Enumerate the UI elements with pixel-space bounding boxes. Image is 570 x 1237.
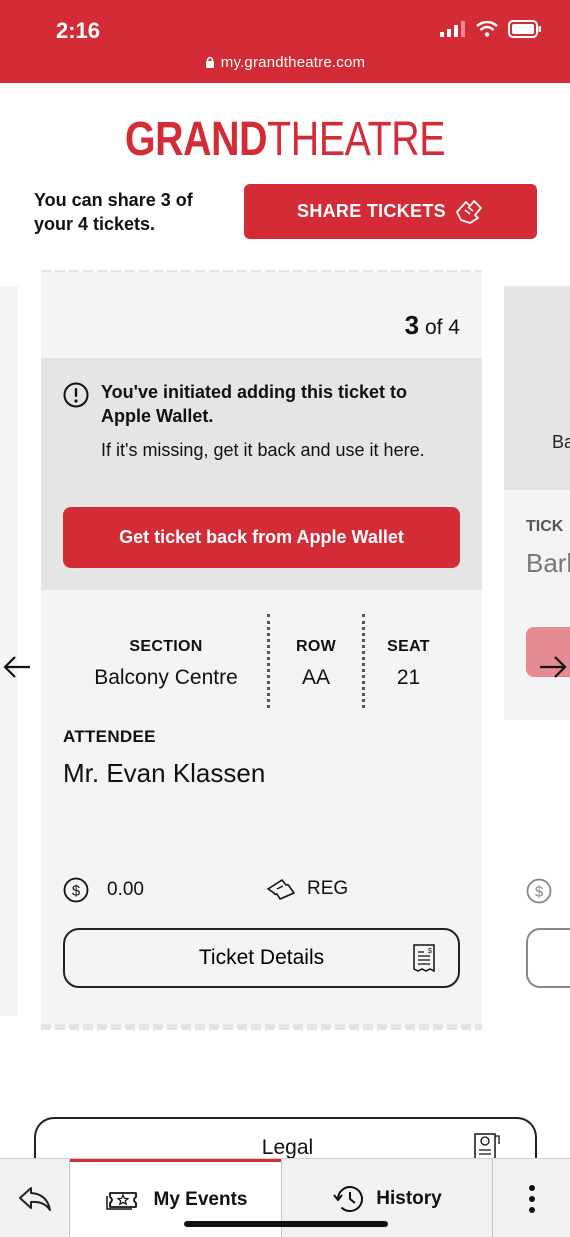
next-ticket-details-button xyxy=(526,928,570,988)
tickets-star-icon xyxy=(105,1192,137,1210)
svg-text:$: $ xyxy=(72,883,81,900)
ticket-count: 3 of 4 xyxy=(405,310,460,341)
row-label: ROW xyxy=(295,638,336,655)
ticket-details-label: Ticket Details xyxy=(198,946,325,969)
status-icons xyxy=(440,20,542,38)
ticket-details-button[interactable]: Ticket Details $ xyxy=(63,928,460,988)
apple-wallet-notice: You've initiated adding this ticket to A… xyxy=(41,358,482,590)
share-tickets-button[interactable]: SHARE TICKETS xyxy=(244,184,537,239)
seat-value: 21 xyxy=(396,666,421,689)
dollar-icon: $ xyxy=(63,877,89,903)
share-hand-icon xyxy=(456,199,482,224)
row-value: AA xyxy=(301,666,330,689)
url-bar[interactable]: my.grandtheatre.com xyxy=(0,54,570,71)
next-ticket-partial-value: Barl xyxy=(526,548,570,578)
share-tickets-label: SHARE TICKETS xyxy=(297,201,446,221)
previous-ticket-peek[interactable] xyxy=(0,286,18,1016)
arrow-left-icon[interactable] xyxy=(2,654,32,680)
receipt-icon: $ xyxy=(413,944,435,972)
wifi-icon xyxy=(476,21,498,37)
attendee-name: Mr. Evan Klassen xyxy=(63,758,266,788)
seat-label: SEAT xyxy=(387,638,430,655)
dollar-icon: $ xyxy=(526,878,552,904)
ticket-count-current: 3 xyxy=(404,310,420,340)
logo-bold: GRAND xyxy=(124,113,268,166)
nav-back-button[interactable] xyxy=(0,1159,69,1237)
legal-label: Legal xyxy=(261,1136,314,1159)
wallet-notice-title: You've initiated adding this ticket to A… xyxy=(101,382,407,426)
ticket-perforation-bottom xyxy=(41,1024,482,1030)
url-text: my.grandtheatre.com xyxy=(220,54,366,71)
attendee-label: ATTENDEE xyxy=(63,727,156,746)
divider xyxy=(267,614,270,708)
price-type: REG xyxy=(307,878,349,899)
lock-icon xyxy=(205,56,214,68)
next-ticket-partial-label: TICK xyxy=(526,518,564,535)
divider xyxy=(362,614,365,708)
history-icon xyxy=(333,1185,364,1212)
more-icon xyxy=(528,1184,535,1213)
ticket-card: 3 of 4 You've initiated adding this tick… xyxy=(41,272,482,1028)
seat-column: SEAT 21 xyxy=(376,638,441,690)
section-value: Balcony Centre xyxy=(94,666,238,689)
status-time: 2:16 xyxy=(56,18,101,43)
nav-more-button[interactable] xyxy=(493,1159,570,1237)
brand-logo: GRANDTHEATRE xyxy=(51,112,518,167)
next-ticket-partial-text: Ba xyxy=(552,432,570,452)
ticket-type: REG xyxy=(265,877,348,901)
info-icon xyxy=(63,382,89,408)
arrow-right-icon[interactable] xyxy=(538,654,568,680)
ticket-price: $ 0.00 xyxy=(63,877,144,903)
home-indicator xyxy=(184,1221,388,1227)
share-info-text: You can share 3 of your 4 tickets. xyxy=(34,190,193,234)
wallet-notice-subtitle: If it's missing, get it back and use it … xyxy=(101,440,425,460)
seat-info: SECTION Balcony Centre ROW AA SEAT 21 xyxy=(41,608,482,708)
ticket-icon xyxy=(267,879,295,900)
price-value: 0.00 xyxy=(107,879,144,900)
battery-icon xyxy=(508,20,541,38)
section-column: SECTION Balcony Centre xyxy=(81,638,251,690)
section-label: SECTION xyxy=(129,638,203,655)
ticket-count-suffix: of 4 xyxy=(419,316,460,339)
nav-my-events-label: My Events xyxy=(153,1189,248,1210)
next-ticket-peek[interactable]: Ba TICK Barl $ xyxy=(504,286,570,1020)
back-icon xyxy=(18,1186,51,1211)
signal-icon xyxy=(440,21,465,37)
logo-light: THEATRE xyxy=(267,113,446,166)
row-column: ROW AA xyxy=(281,638,351,690)
browser-header: 2:16 my.grandtheatre.com xyxy=(0,0,570,83)
nav-history-label: History xyxy=(376,1187,442,1209)
svg-text:$: $ xyxy=(535,884,544,901)
next-ticket-wallet-area xyxy=(504,286,570,490)
get-ticket-back-button[interactable]: Get ticket back from Apple Wallet xyxy=(63,507,460,568)
svg-text:$: $ xyxy=(428,948,432,955)
